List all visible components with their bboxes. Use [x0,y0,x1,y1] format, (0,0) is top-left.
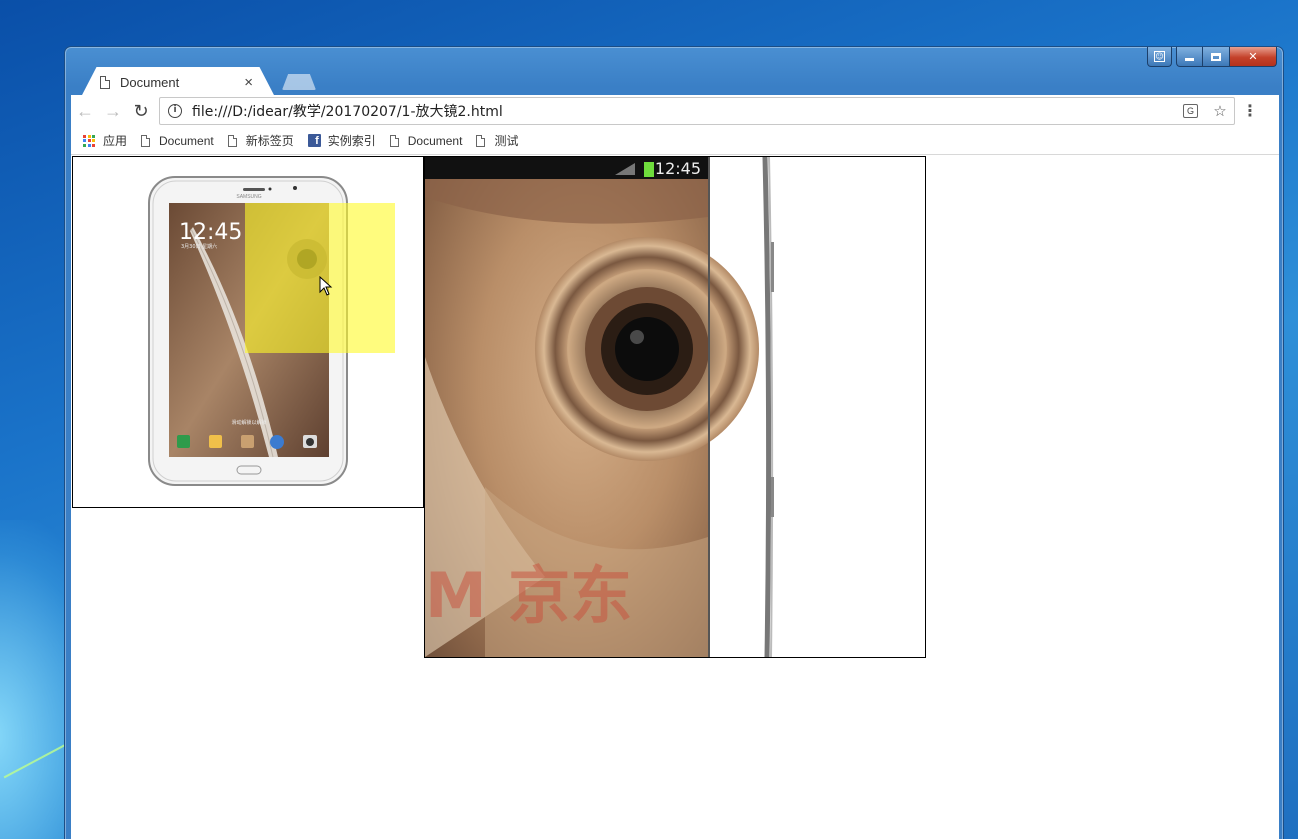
tab-close-icon[interactable]: × [244,74,253,91]
bookmark-star-icon[interactable]: ☆ [1206,102,1234,120]
minimize-icon [1185,57,1194,61]
forward-button[interactable]: → [99,101,127,122]
bookmark-new-tab[interactable]: 新标签页 [227,132,294,149]
facebook-icon: f [307,134,321,147]
bookmark-label: Document [159,133,214,148]
bookmark-label: 应用 [103,134,128,148]
minimize-button[interactable] [1176,47,1203,67]
forward-arrow-icon: → [104,100,122,121]
bookmark-document-1[interactable]: Document [141,134,214,148]
brand-text: SAMSUNG [236,194,261,200]
bookmarks-bar: 应用 Document 新标签页 f 实例索引 Document 测试 [71,127,1279,155]
bookmark-apps[interactable]: 应用 [83,132,127,149]
page-icon [476,134,486,147]
window-controls: ☺ ✕ [1147,47,1277,67]
lockscreen-date: 3月30日 星期六 [181,243,217,250]
translate-icon[interactable]: G [1183,104,1198,118]
status-bar-time: 12:45 [655,159,701,178]
reload-icon: ↻ [133,100,149,121]
maximize-icon [1211,52,1221,61]
page-content: SAMSUNG 12:45 3月30日 星期六 滑动解锁以解锁 12:45 M … [71,155,1279,839]
bookmark-example-index[interactable]: f 实例索引 [307,132,376,149]
bookmark-label: 实例索引 [327,134,376,148]
maximize-button[interactable] [1203,47,1230,67]
zoomed-image-box: 12:45 M 京东 [424,156,926,658]
user-icon: ☺ [1154,51,1165,62]
url-text[interactable]: file:///D:/idear/教学/20170207/1-放大镜2.html [192,101,1183,121]
reload-button[interactable]: ↻ [127,101,155,122]
new-tab-button[interactable] [282,74,316,90]
address-bar[interactable]: i file:///D:/idear/教学/20170207/1-放大镜2.ht… [159,97,1235,125]
watermark-text: M 京东 [425,559,632,632]
small-image-box[interactable]: SAMSUNG 12:45 3月30日 星期六 滑动解锁以解锁 [72,156,424,508]
browser-window: ☺ ✕ Document × ← → ↻ i file:///D:/idear/… [64,46,1284,839]
bookmark-label: 新标签页 [245,134,294,148]
page-icon [141,134,151,147]
user-profile-button[interactable]: ☺ [1147,47,1172,67]
back-button[interactable]: ← [71,101,99,122]
zoomed-product-image: 12:45 M 京东 [425,157,774,657]
mouse-cursor-icon [319,276,333,296]
info-icon[interactable]: i [168,104,182,118]
bookmark-label: 测试 [494,134,519,148]
toolbar: ← → ↻ i file:///D:/idear/教学/20170207/1-放… [71,95,1279,127]
unlock-hint: 滑动解锁以解锁 [231,419,266,426]
close-icon: ✕ [1248,50,1258,63]
bookmark-document-2[interactable]: Document [389,133,463,148]
apps-icon [83,134,95,147]
close-window-button[interactable]: ✕ [1230,47,1277,67]
tab-document[interactable]: Document × [81,67,275,97]
page-icon [389,134,399,147]
bookmark-test[interactable]: 测试 [476,132,518,149]
tab-title: Document [120,74,180,90]
page-icon [227,134,237,147]
browser-menu-icon[interactable]: ⋮ [1235,101,1265,121]
bookmark-label: Document [407,133,463,148]
lockscreen-clock: 12:45 [179,220,242,245]
back-arrow-icon: ← [76,100,94,121]
page-icon [100,75,110,89]
